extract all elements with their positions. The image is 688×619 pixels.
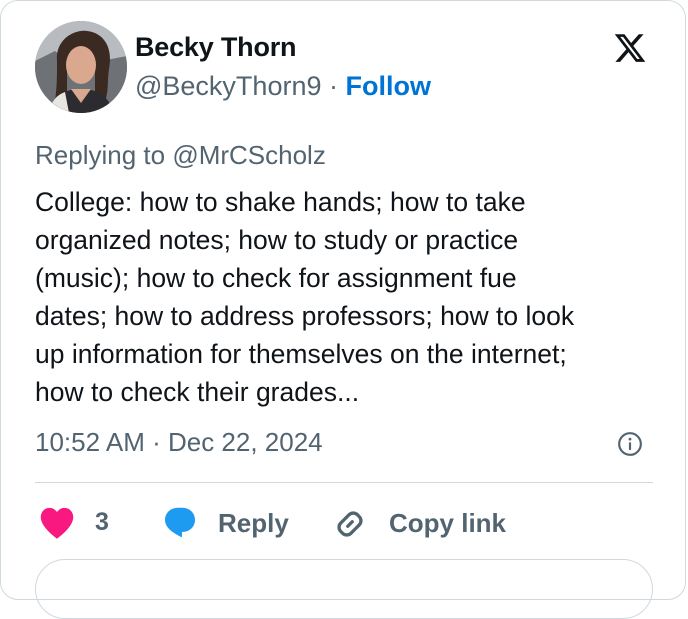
author-handle[interactable]: @BeckyThorn9 — [135, 71, 321, 101]
reply-bubble-icon[interactable] — [161, 504, 199, 540]
avatar-photo — [35, 21, 127, 113]
author-handle-line: @BeckyThorn9 · Follow — [135, 71, 431, 102]
replying-to-mention[interactable]: @MrCScholz — [172, 140, 326, 170]
handle-separator: · — [321, 71, 346, 101]
tweet-card: Becky Thorn @BeckyThorn9 · Follow Replyi… — [0, 0, 686, 619]
author-avatar[interactable] — [35, 21, 127, 113]
follow-button[interactable]: Follow — [345, 71, 430, 101]
read-replies-button[interactable] — [35, 559, 653, 619]
like-count[interactable]: 3 — [95, 508, 109, 537]
replying-to-prefix: Replying to — [35, 140, 173, 170]
heart-icon[interactable] — [38, 506, 76, 540]
link-icon[interactable] — [332, 506, 368, 542]
info-icon[interactable] — [617, 431, 643, 457]
reply-button[interactable]: Reply — [218, 508, 289, 539]
tweet-timestamp[interactable]: 10:52 AM · Dec 22, 2024 — [35, 427, 323, 458]
x-logo-icon[interactable] — [609, 31, 651, 65]
copy-link-button[interactable]: Copy link — [389, 508, 506, 539]
author-name[interactable]: Becky Thorn — [135, 32, 297, 63]
actions-divider — [35, 482, 653, 483]
tweet-text: College: how to shake hands; how to take… — [35, 187, 575, 407]
replying-to-line: Replying to @MrCScholz — [35, 140, 326, 171]
